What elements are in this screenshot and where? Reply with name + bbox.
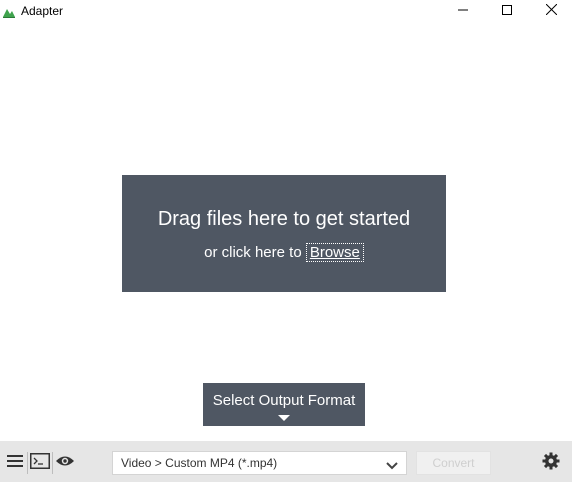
select-output-format-button[interactable]: Select Output Format: [203, 383, 365, 426]
minimize-button[interactable]: [441, 0, 485, 22]
maximize-button[interactable]: [485, 0, 529, 22]
convert-button[interactable]: Convert: [416, 451, 491, 475]
drop-zone-subtitle: or click here to Browse: [122, 243, 446, 262]
app-logo-icon: [2, 5, 16, 19]
caret-down-icon: [278, 415, 290, 421]
close-icon: [545, 2, 557, 20]
app-window: Adapter Drag files here to get started o…: [0, 0, 572, 482]
browse-link[interactable]: Browse: [305, 243, 364, 262]
maximize-icon: [502, 2, 512, 20]
output-format-value: Video > Custom MP4 (*.mp4): [121, 456, 278, 470]
menu-button[interactable]: [3, 452, 27, 474]
preview-button[interactable]: [53, 452, 77, 474]
select-output-format-label: Select Output Format: [212, 392, 356, 409]
window-title: Adapter: [21, 4, 64, 18]
settings-button[interactable]: [538, 451, 564, 475]
eye-icon: [55, 454, 75, 473]
chevron-down-icon: [386, 458, 398, 470]
output-format-select[interactable]: Video > Custom MP4 (*.mp4): [112, 451, 407, 475]
gear-icon: [542, 452, 560, 475]
file-drop-zone[interactable]: Drag files here to get started or click …: [122, 175, 446, 292]
close-button[interactable]: [529, 0, 572, 22]
title-bar: Adapter: [0, 0, 572, 24]
drop-zone-title: Drag files here to get started: [157, 208, 411, 230]
terminal-button[interactable]: [28, 452, 52, 474]
minimize-icon: [458, 2, 468, 20]
menu-icon: [7, 454, 23, 473]
drop-zone-prompt: or click here to: [204, 244, 306, 261]
terminal-icon: [30, 452, 50, 474]
